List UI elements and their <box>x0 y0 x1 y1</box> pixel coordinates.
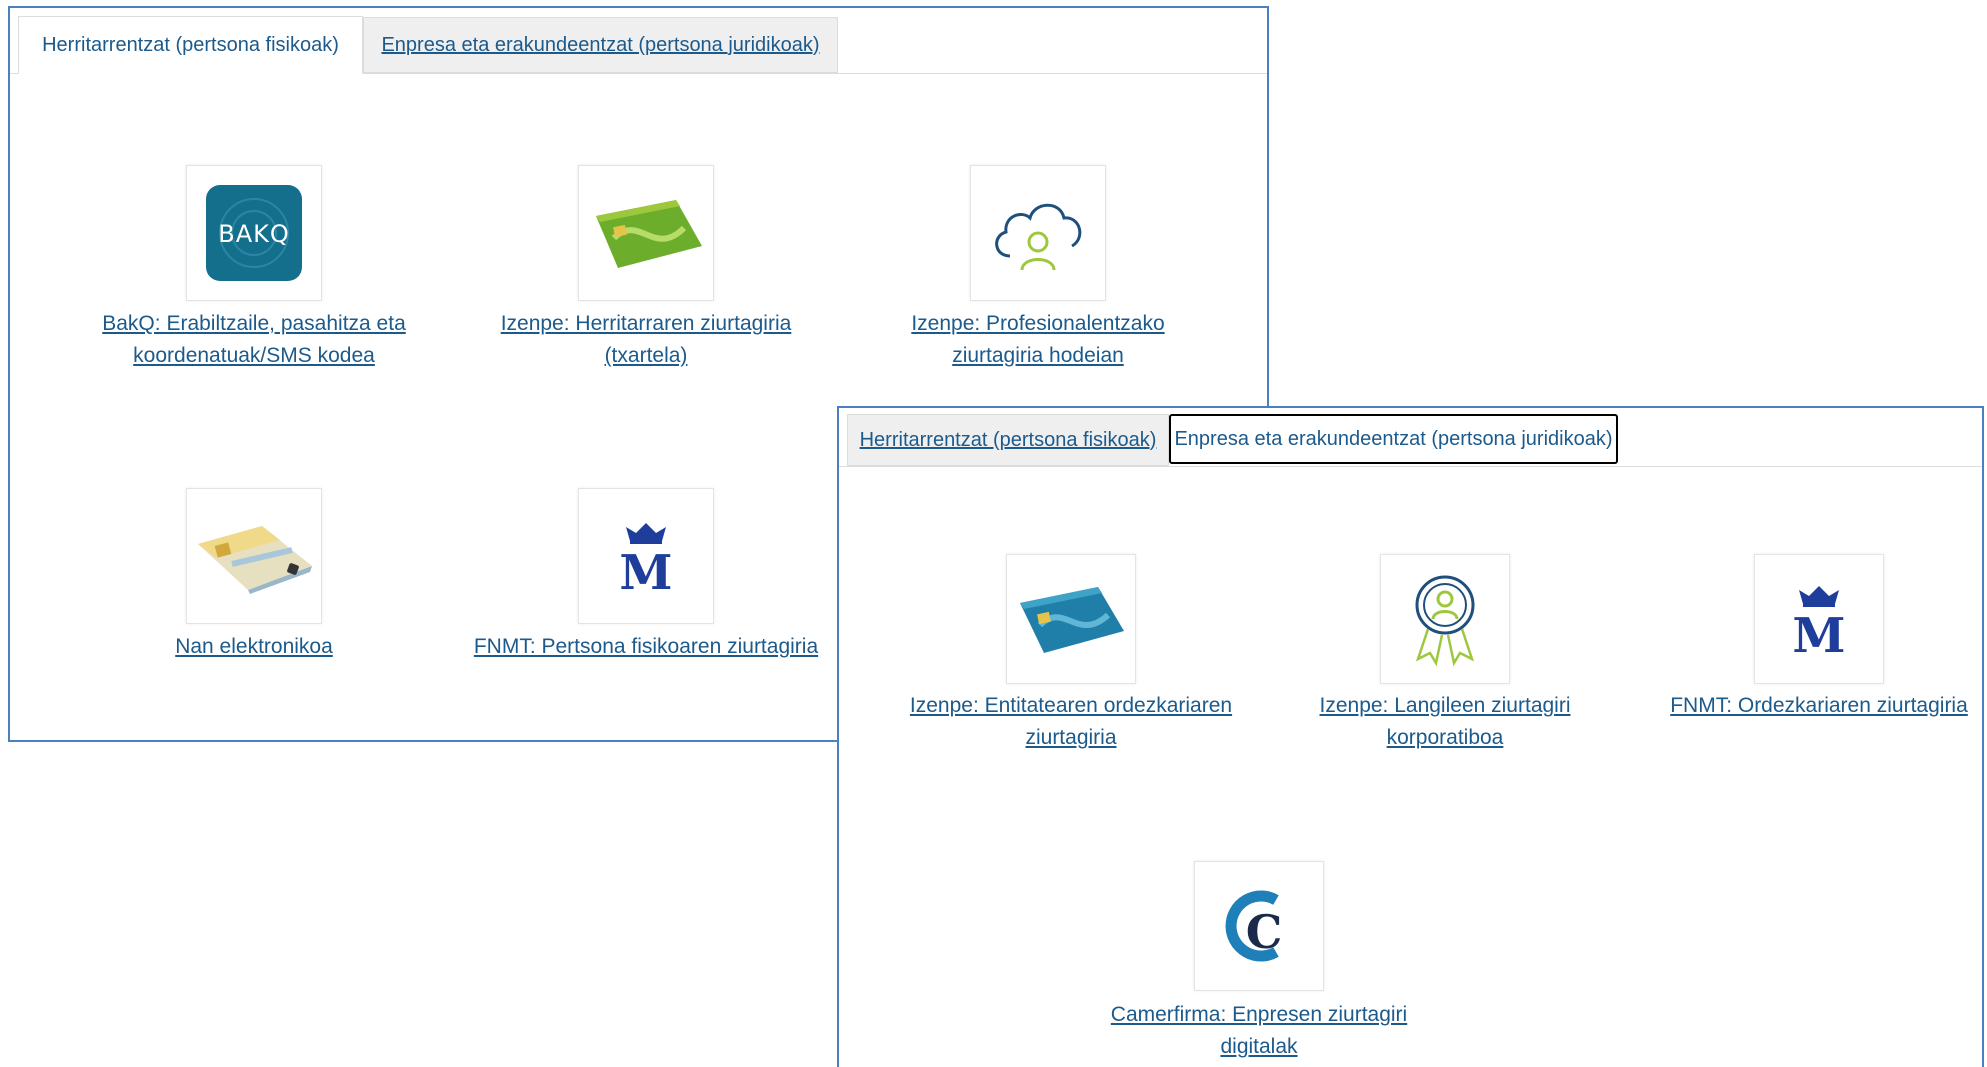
camerfirma-link[interactable]: Camerfirma: Enpresen ziurtagiri digitala… <box>1084 999 1434 1063</box>
izenpe-entity-thumbnail[interactable] <box>1006 554 1136 684</box>
bakq-logo-icon: BAKQ <box>206 185 302 281</box>
tab-companies[interactable]: Enpresa eta erakundeentzat (pertsona jur… <box>1169 414 1618 464</box>
svg-text:M: M <box>619 545 672 593</box>
izenpe-cloud-thumbnail[interactable] <box>970 165 1106 301</box>
izenpe-corporate-thumbnail[interactable] <box>1380 554 1510 684</box>
green-id-card-icon <box>596 200 702 268</box>
svg-text:BAKQ: BAKQ <box>218 220 290 248</box>
tab-citizens[interactable]: Herritarrentzat (pertsona fisikoak) <box>847 414 1169 466</box>
camerfirma-thumbnail[interactable]: C <box>1194 861 1324 991</box>
fnmt-representative-link[interactable]: FNMT: Ordezkariaren ziurtagiria <box>1644 690 1987 722</box>
blue-id-card-icon <box>1020 587 1124 653</box>
izenpe-corporate-link[interactable]: Izenpe: Langileen ziurtagiri korporatibo… <box>1270 690 1620 754</box>
fnmt-crown-icon: M <box>1792 586 1846 656</box>
bakq-link[interactable]: BakQ: Erabiltzaile, pasahitza eta koorde… <box>54 308 454 372</box>
camerfirma-logo-icon: C <box>1225 890 1283 962</box>
svg-text:M: M <box>1792 608 1845 656</box>
izenpe-entity-rep-link[interactable]: Izenpe: Entitatearen ordezkariaren ziurt… <box>896 690 1246 754</box>
tab-companies[interactable]: Enpresa eta erakundeentzat (pertsona jur… <box>363 17 838 73</box>
tab-bar: Herritarrentzat (pertsona fisikoak) Enpr… <box>839 408 1982 467</box>
izenpe-citizen-card-link[interactable]: Izenpe: Herritarraren ziurtagiria (txart… <box>446 308 846 372</box>
fnmt-representative-thumbnail[interactable]: M <box>1754 554 1884 684</box>
companies-certificates-panel: Herritarrentzat (pertsona fisikoak) Enpr… <box>837 406 1984 1067</box>
cloud-user-icon <box>995 203 1082 271</box>
fnmt-thumbnail[interactable]: M <box>578 488 714 624</box>
dni-card-icon <box>198 526 312 594</box>
bakq-thumbnail[interactable]: BAKQ <box>186 165 322 301</box>
fnmt-crown-icon: M <box>619 523 673 593</box>
fnmt-citizen-link[interactable]: FNMT: Pertsona fisikoaren ziurtagiria <box>446 631 846 663</box>
tab-bar: Herritarrentzat (pertsona fisikoak) Enpr… <box>10 8 1267 74</box>
dnie-link[interactable]: Nan elektronikoa <box>54 631 454 663</box>
izenpe-card-thumbnail[interactable] <box>578 165 714 301</box>
tab-citizens[interactable]: Herritarrentzat (pertsona fisikoak) <box>18 16 363 74</box>
svg-text:C: C <box>1246 905 1283 959</box>
dnie-thumbnail[interactable] <box>186 488 322 624</box>
izenpe-cloud-link[interactable]: Izenpe: Profesionalentzako ziurtagiria h… <box>838 308 1238 372</box>
award-badge-icon <box>1415 575 1475 667</box>
